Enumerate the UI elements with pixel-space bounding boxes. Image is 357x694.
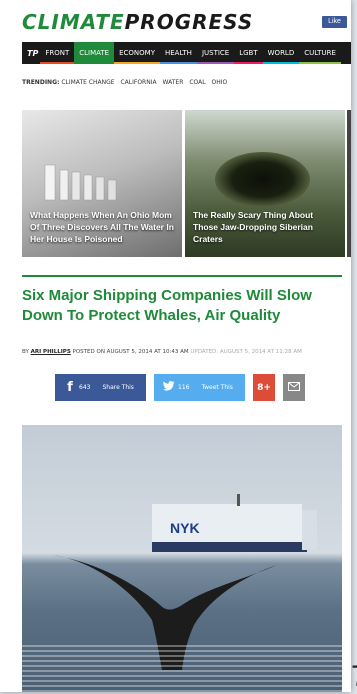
nav-item-culture[interactable]: CULTURE (299, 42, 341, 64)
facebook-share-button[interactable]: f 643 Share This (55, 374, 146, 401)
logo-part-progress: PROGRESS (124, 10, 254, 34)
site-header: CLIMATEPROGRESS Like (0, 0, 351, 40)
article-page: CLIMATEPROGRESS Like TP FRONT CLIMATE EC… (0, 0, 351, 692)
article-byline: BY ARI PHILLIPS POSTED ON AUGUST 5, 2014… (22, 349, 302, 355)
nav-item-lgbt[interactable]: LGBT (234, 42, 264, 64)
twitter-share-button[interactable]: 116 Tweet This (154, 374, 245, 401)
nav-item-economy[interactable]: ECONOMY (114, 42, 160, 64)
headline-divider (22, 275, 342, 277)
email-icon (288, 381, 300, 394)
main-nav: TP FRONT CLIMATE ECONOMY HEALTH JUSTICE … (22, 42, 351, 64)
facebook-share-count: 643 (79, 384, 91, 391)
byline-by: BY (22, 349, 29, 355)
article-headline: Six Major Shipping Companies Will Slow D… (22, 287, 312, 324)
share-buttons: f 643 Share This 116 Tweet This 8+ (55, 374, 305, 401)
nav-item-front[interactable]: FRONT (40, 42, 75, 64)
nav-item-climate[interactable]: CLIMATE (74, 42, 115, 64)
trending-topic[interactable]: CLIMATE CHANGE (61, 79, 114, 86)
trending-topic[interactable]: WATER (163, 79, 184, 86)
featured-caption-1: What Happens When An Ohio Mom Of Three D… (30, 210, 174, 244)
site-logo[interactable]: CLIMATEPROGRESS (22, 12, 253, 32)
updated-date: UPDATED: AUGUST 5, 2014 AT 11:28 AM (190, 349, 302, 355)
tp-logo-icon[interactable]: TP (22, 49, 40, 58)
facebook-like-button[interactable]: Like (322, 16, 347, 28)
twitter-share-label: Tweet This (201, 384, 233, 391)
posted-date: POSTED ON AUGUST 5, 2014 AT 10:43 AM (72, 349, 189, 355)
crater-image (215, 152, 310, 207)
trending-topic[interactable]: COAL (189, 79, 205, 86)
facebook-share-label: Share This (102, 384, 134, 391)
featured-story-3-partial[interactable] (347, 110, 351, 257)
fb-like-label: Like (328, 18, 341, 25)
featured-story-2[interactable]: The Really Scary Thing About Those Jaw-D… (185, 110, 345, 257)
twitter-bird-icon (160, 380, 178, 395)
featured-story-1[interactable]: What Happens When An Ohio Mom Of Three D… (22, 110, 182, 257)
ship-logo-text: NYK (170, 520, 200, 536)
trending-topic[interactable]: OHIO (212, 79, 228, 86)
nav-item-world[interactable]: WORLD (262, 42, 300, 64)
overflow-text: 7 (351, 660, 357, 694)
logo-part-climate: CLIMATE (22, 10, 125, 34)
water-surface (22, 645, 342, 692)
author-link[interactable]: ARI PHILLIPS (31, 349, 71, 355)
featured-caption-2: The Really Scary Thing About Those Jaw-D… (193, 210, 314, 244)
trending-topic[interactable]: CALIFORNIA (120, 79, 156, 86)
nav-item-justice[interactable]: JUSTICE (196, 42, 235, 64)
trending-bar: TRENDING: CLIMATE CHANGE CALIFORNIA WATE… (22, 79, 231, 86)
twitter-share-count: 116 (178, 384, 190, 391)
article-photo: NYK (22, 425, 342, 692)
water-bottles-image (44, 164, 117, 201)
nav-item-health[interactable]: HEALTH (159, 42, 197, 64)
google-plus-share-button[interactable]: 8+ (253, 374, 275, 401)
google-plus-icon: 8+ (257, 382, 271, 393)
email-share-button[interactable] (283, 374, 305, 401)
facebook-icon: f (67, 380, 73, 395)
trending-label: TRENDING: (22, 79, 60, 86)
